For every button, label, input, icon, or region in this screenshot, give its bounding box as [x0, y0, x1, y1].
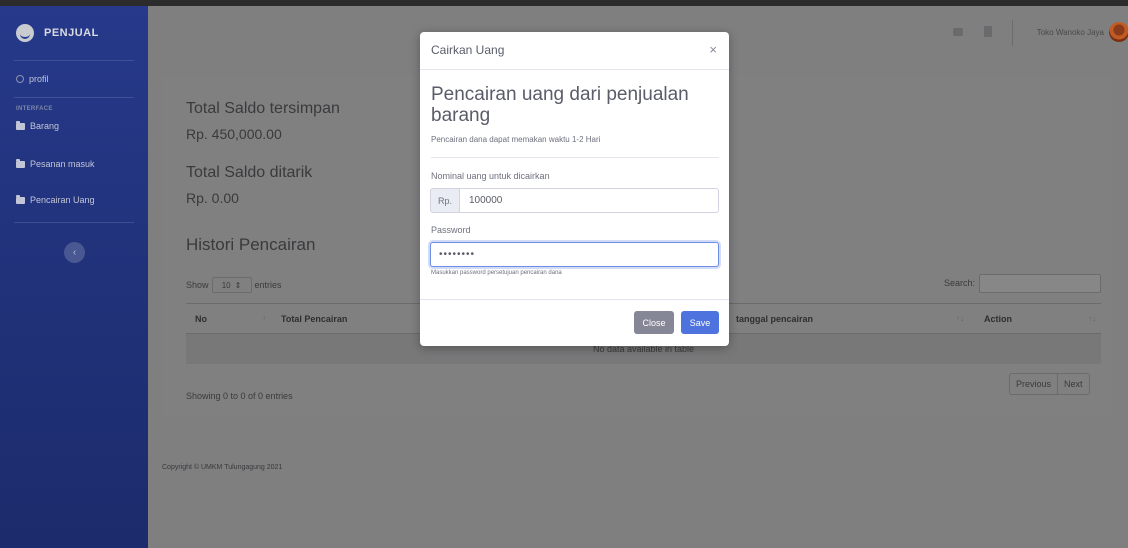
password-field[interactable] [430, 242, 719, 267]
notification-icon[interactable] [984, 26, 992, 37]
sidebar-brand[interactable]: PENJUAL [0, 6, 148, 60]
sort-icon: ↑ [262, 314, 266, 323]
saldo-ditarik-label: Total Saldo ditarik [186, 164, 313, 181]
sidebar-toggle-button[interactable]: ‹ [64, 242, 85, 263]
sort-icon: ↑↓ [956, 314, 964, 323]
sidebar-item-barang[interactable]: Barang [0, 112, 148, 140]
sidebar-item-label: Pencairan Uang [30, 195, 95, 205]
table-info: Showing 0 to 0 of 0 entries [186, 391, 293, 401]
password-label: Password [431, 225, 471, 235]
previous-button[interactable]: Previous [1010, 374, 1057, 394]
entries-label: entries [254, 280, 282, 290]
modal-divider [431, 157, 719, 158]
pagination: Previous Next [1009, 373, 1090, 395]
modal-title: Cairkan Uang [431, 43, 505, 57]
password-help-text: Masukkan password persetujuan pencairan … [431, 270, 562, 276]
smile-logo-icon [16, 24, 34, 42]
page-length-control: Show 10 ⇕ entries [186, 277, 282, 293]
sidebar-item-label: Barang [30, 121, 60, 131]
column-tanggal-pencairan[interactable]: tanggal pencairan [736, 314, 813, 324]
sidebar-item-pencairan-uang[interactable]: Pencairan Uang [0, 182, 148, 218]
saldo-tersimpan-label: Total Saldo tersimpan [186, 100, 340, 117]
search-input[interactable] [979, 274, 1101, 293]
column-total-pencairan[interactable]: Total Pencairan [281, 314, 347, 324]
save-button[interactable]: Save [681, 311, 719, 334]
modal-footer-divider [420, 299, 729, 300]
chevron-updown-icon: ⇕ [234, 280, 242, 290]
search-label: Search: [944, 278, 976, 288]
amount-field[interactable] [459, 188, 719, 213]
user-name[interactable]: Toko Wanoko Jaya [1018, 28, 1104, 37]
sort-icon: ↑↓ [1088, 314, 1096, 323]
modal-heading: Pencairan uang dari penjualan barang [431, 84, 689, 126]
sidebar-divider [14, 222, 134, 223]
topbar-divider [1012, 20, 1013, 46]
amount-label: Nominal uang untuk dicairkan [431, 171, 550, 181]
currency-prefix: Rp. [430, 188, 460, 213]
brand-text: PENJUAL [44, 27, 99, 39]
sidebar-item-label: Pesanan masuk [30, 159, 95, 169]
sidebar: PENJUAL profil INTERFACE Barang Pesanan … [0, 6, 148, 548]
sidebar-item-profil[interactable]: profil [0, 61, 148, 97]
page-length-value: 10 [221, 280, 231, 290]
copyright-footer: Copyright © UMKM Tulungagung 2021 [162, 464, 283, 471]
page-length-select[interactable]: 10 ⇕ [211, 277, 252, 293]
saldo-tersimpan-value: Rp. 450,000.00 [186, 126, 282, 142]
column-no[interactable]: No [195, 314, 207, 324]
show-label: Show [186, 280, 209, 290]
sidebar-item-label: profil [29, 74, 49, 84]
folder-icon [16, 158, 25, 168]
next-button[interactable]: Next [1057, 374, 1089, 394]
messages-icon[interactable] [953, 28, 963, 36]
folder-icon [16, 120, 25, 130]
column-action[interactable]: Action [984, 314, 1012, 324]
close-button[interactable]: Close [634, 311, 674, 334]
cairkan-uang-modal: Cairkan Uang × Pencairan uang dari penju… [420, 32, 729, 346]
avatar[interactable] [1109, 22, 1128, 42]
saldo-ditarik-value: Rp. 0.00 [186, 190, 239, 206]
sidebar-divider [14, 97, 134, 98]
modal-subtitle: Pencairan dana dapat memakan waktu 1-2 H… [431, 135, 601, 144]
profile-icon [16, 75, 24, 83]
sidebar-item-pesanan-masuk[interactable]: Pesanan masuk [0, 146, 148, 182]
modal-header: Cairkan Uang × [420, 32, 729, 70]
histori-title: Histori Pencairan [186, 235, 316, 254]
folder-icon [16, 194, 25, 204]
close-icon[interactable]: × [709, 42, 717, 57]
